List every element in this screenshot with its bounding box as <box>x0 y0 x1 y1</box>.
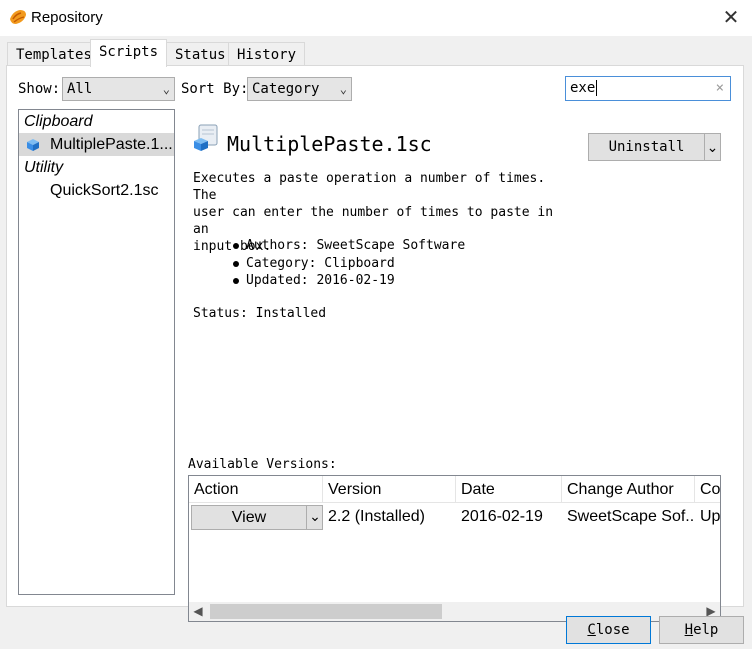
scroll-thumb[interactable] <box>210 604 442 619</box>
category-item: Category: Clipboard <box>232 255 465 273</box>
column-header-comment[interactable]: Co <box>695 476 720 503</box>
tree-item-quicksort[interactable]: QuickSort2.1sc <box>19 179 174 202</box>
column-header-action[interactable]: Action <box>189 476 323 503</box>
updated-item: Updated: 2016-02-19 <box>232 272 465 290</box>
cube-icon <box>27 139 39 151</box>
tab-label: Templates <box>16 47 92 63</box>
tab-label: History <box>237 47 297 63</box>
tab-status[interactable]: Status <box>166 42 235 66</box>
script-metadata-list: Authors: SweetScape Software Category: C… <box>232 237 465 290</box>
script-tree[interactable]: Clipboard MultiplePaste.1... Utility Qui… <box>18 109 175 595</box>
sort-dropdown[interactable]: Category ⌄ <box>247 77 352 101</box>
uninstall-options-button[interactable]: ⌄ <box>704 133 721 161</box>
tree-item-label: QuickSort2.1sc <box>50 182 159 199</box>
tab-history[interactable]: History <box>228 42 306 66</box>
view-version-button[interactable]: View ⌄ <box>191 505 323 530</box>
view-label: View <box>231 509 267 526</box>
author-cell: SweetScape Sof... <box>567 508 695 525</box>
comment-cell: Up <box>700 508 721 525</box>
scroll-left-icon[interactable]: ◀ <box>189 602 207 621</box>
tree-category-utility[interactable]: Utility <box>19 156 174 179</box>
clear-search-icon[interactable]: × <box>716 77 724 100</box>
version-cell: 2.2 (Installed) <box>328 508 425 525</box>
close-button[interactable]: Close <box>566 616 651 644</box>
tab-templates[interactable]: Templates <box>7 42 101 66</box>
text-cursor <box>596 80 598 96</box>
window-title: Repository <box>31 9 103 26</box>
help-button[interactable]: Help <box>659 616 744 644</box>
table-header: Action Version Date Change Author Co <box>189 476 720 503</box>
script-title: MultiplePaste.1sc <box>227 132 432 156</box>
chevron-down-icon: ⌄ <box>706 139 719 155</box>
show-value: All <box>67 81 93 97</box>
close-icon: ✕ <box>722 7 740 29</box>
sort-label: Sort By: <box>181 81 249 97</box>
show-label: Show: <box>18 81 61 97</box>
tree-item-label: MultiplePaste.1... <box>50 136 173 153</box>
install-status: Status: Installed <box>193 306 327 321</box>
tab-label: Scripts <box>99 44 159 60</box>
close-label-rest: lose <box>595 622 630 638</box>
title-bar: Repository ✕ <box>0 0 752 36</box>
dialog-body: Templates Scripts Status History Show: A… <box>0 36 752 649</box>
tab-scripts[interactable]: Scripts <box>90 39 168 67</box>
app-logo-icon <box>10 10 26 24</box>
chevron-down-icon: ⌄ <box>339 82 347 96</box>
close-accelerator: C <box>587 622 596 638</box>
search-input[interactable]: exe × <box>565 76 731 101</box>
column-header-date[interactable]: Date <box>456 476 562 503</box>
uninstall-button[interactable]: Uninstall <box>588 133 705 161</box>
sort-value: Category <box>252 81 320 97</box>
chevron-down-icon: ⌄ <box>162 82 170 96</box>
tree-category-clipboard[interactable]: Clipboard <box>19 110 174 133</box>
uninstall-label: Uninstall <box>608 139 685 155</box>
show-dropdown[interactable]: All ⌄ <box>62 77 175 101</box>
available-versions-label: Available Versions: <box>188 457 337 472</box>
versions-table: Action Version Date Change Author Co Vie… <box>188 475 721 622</box>
chevron-down-icon: ⌄ <box>306 505 323 530</box>
authors-item: Authors: SweetScape Software <box>232 237 465 255</box>
tab-label: Status <box>175 47 226 63</box>
script-scroll-icon <box>194 124 218 151</box>
column-header-version[interactable]: Version <box>323 476 456 503</box>
date-cell: 2016-02-19 <box>461 508 543 525</box>
help-label-rest: elp <box>693 622 719 638</box>
tree-item-multiplepaste[interactable]: MultiplePaste.1... <box>19 133 174 156</box>
close-window-button[interactable]: ✕ <box>718 5 744 31</box>
search-value: exe <box>570 80 596 96</box>
help-accelerator: H <box>684 622 694 638</box>
column-header-change-author[interactable]: Change Author <box>562 476 695 503</box>
